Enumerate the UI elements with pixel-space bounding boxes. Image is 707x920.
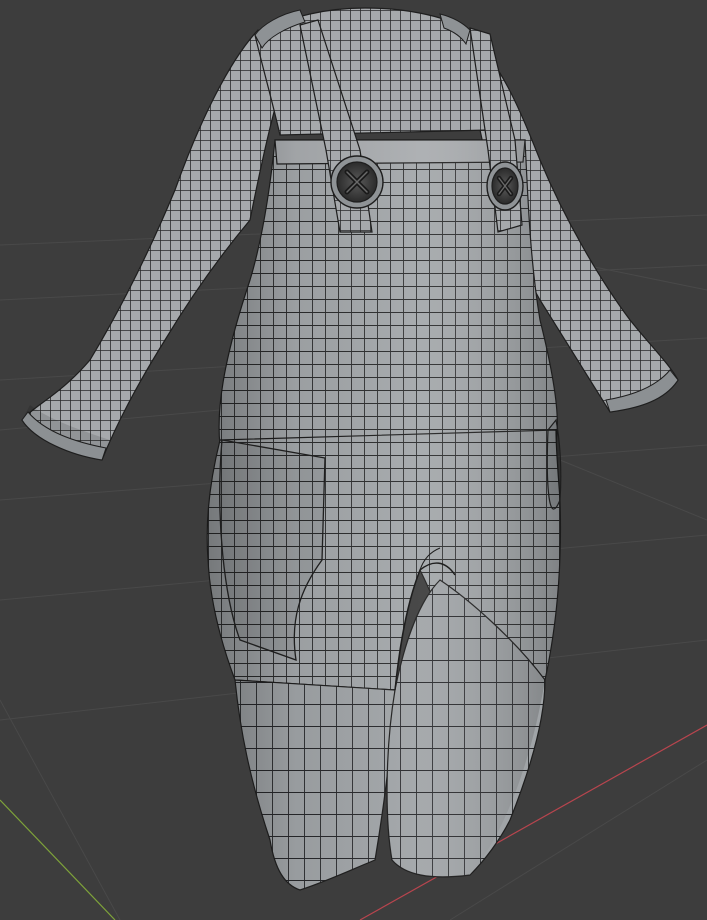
left-button bbox=[330, 155, 384, 209]
right-pocket bbox=[546, 418, 562, 510]
shirt-torso[interactable] bbox=[254, 7, 493, 136]
y-axis-line bbox=[0, 799, 116, 920]
3d-viewport[interactable] bbox=[0, 0, 707, 920]
right-button bbox=[486, 161, 524, 211]
viewport-canvas[interactable] bbox=[0, 0, 707, 920]
